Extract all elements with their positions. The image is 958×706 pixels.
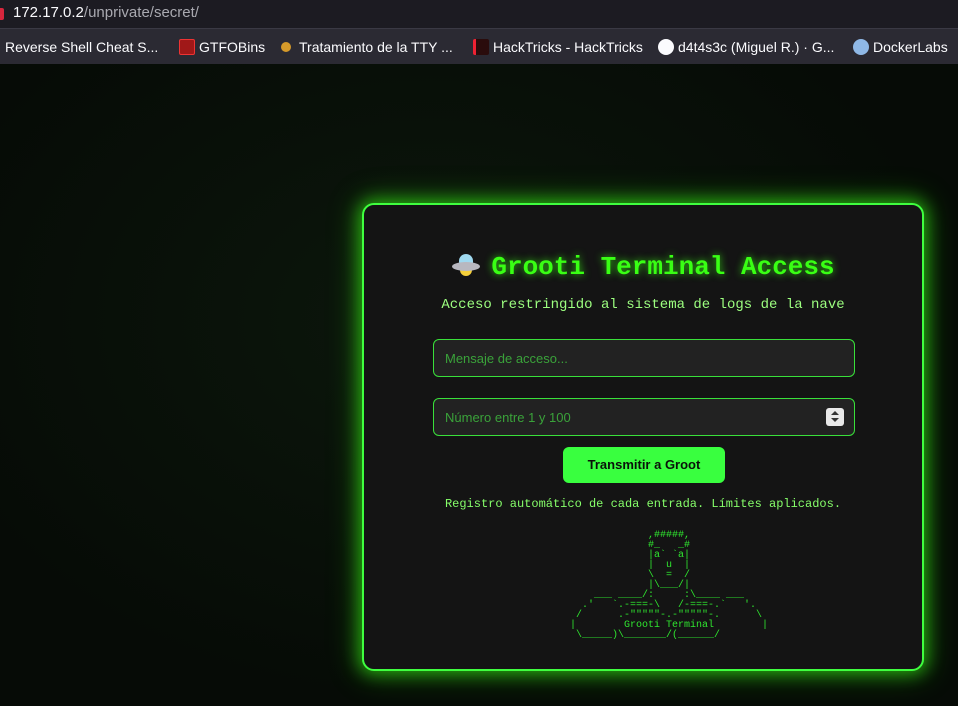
url-path: /unprivate/secret/ — [83, 4, 199, 21]
access-message-placeholder: Mensaje de acceso... — [445, 350, 568, 366]
bookmark-label: HackTricks - HackTricks — [493, 39, 643, 55]
gtfobins-icon — [179, 39, 195, 55]
page-title: Grooti Terminal Access — [364, 252, 922, 282]
transmit-button[interactable]: Transmitir a Groot — [563, 447, 725, 483]
number-input[interactable]: Número entre 1 y 100 — [433, 398, 855, 436]
bookmark-label: DockerLabs — [873, 39, 948, 55]
bookmark-tty[interactable]: Tratamiento de la TTY ... — [281, 38, 453, 56]
github-icon — [658, 39, 674, 55]
dockerlabs-icon — [853, 39, 869, 55]
log-notice: Registro automático de cada entrada. Lím… — [444, 497, 842, 511]
insecure-lock-icon[interactable] — [0, 8, 4, 20]
access-message-input[interactable]: Mensaje de acceso... — [433, 339, 855, 377]
groot-ascii-art: ,#####, #_ _# |a` `a| | u | \ = / |\___/… — [570, 530, 769, 641]
tty-icon — [281, 42, 291, 52]
hacktricks-icon — [473, 39, 489, 55]
page-content: Grooti Terminal Access Acceso restringid… — [0, 64, 958, 706]
bookmark-label: d4t4s3c (Miguel R.) · G... — [678, 39, 835, 55]
subtitle: Acceso restringido al sistema de logs de… — [441, 297, 845, 313]
bookmark-github[interactable]: d4t4s3c (Miguel R.) · G... — [658, 38, 834, 56]
bookmark-gtfobins[interactable]: GTFOBins — [179, 38, 265, 56]
bookmark-label: Reverse Shell Cheat S... — [5, 39, 159, 55]
terminal-access-card: Grooti Terminal Access Acceso restringid… — [362, 203, 924, 671]
bookmark-label: GTFOBins — [199, 39, 266, 55]
url-text[interactable]: 172.17.0.2/unprivate/secret/ — [13, 4, 199, 21]
ufo-icon — [451, 252, 481, 276]
number-placeholder: Número entre 1 y 100 — [445, 409, 571, 425]
bookmark-dockerlabs[interactable]: DockerLabs — [853, 38, 948, 56]
bookmark-reverse-shell[interactable]: Reverse Shell Cheat S... — [5, 38, 158, 56]
bookmark-label: Tratamiento de la TTY ... — [299, 39, 453, 55]
url-bar[interactable]: 172.17.0.2/unprivate/secret/ — [0, 0, 958, 28]
url-host: 172.17.0.2 — [13, 4, 84, 21]
title-text: Grooti Terminal Access — [491, 252, 835, 282]
spinner-up-icon[interactable] — [831, 411, 839, 415]
number-spinner[interactable] — [826, 408, 844, 426]
bookmark-hacktricks[interactable]: HackTricks - HackTricks — [473, 38, 643, 56]
spinner-down-icon[interactable] — [831, 418, 839, 422]
bookmarks-bar: Reverse Shell Cheat S... GTFOBins Tratam… — [0, 28, 958, 64]
